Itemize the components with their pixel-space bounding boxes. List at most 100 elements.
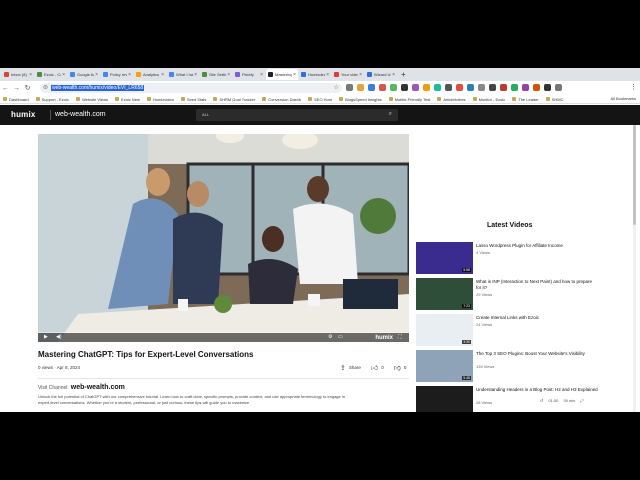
- bookmark-item[interactable]: Support - Ezoic: [35, 97, 69, 102]
- dislike-button[interactable]: 👎︎ 0: [394, 363, 407, 372]
- site-name[interactable]: web-wealth.com: [55, 111, 106, 118]
- bookmark-item[interactable]: Dashboard: [3, 97, 29, 102]
- bookmark-item[interactable]: Mobile-Friendly Test: [388, 97, 430, 102]
- site-search-input[interactable]: ALL ⌕: [196, 109, 398, 121]
- related-video-item[interactable]: 3:30 Create Internal Links with Ezoic 24 V…: [416, 314, 598, 346]
- video-player[interactable]: ▶ ◀) ⚙ ▭ ⛶ humix: [38, 134, 409, 342]
- extension-icon[interactable]: [423, 84, 430, 91]
- site-info-icon[interactable]: ⊜: [43, 84, 48, 91]
- volume-icon[interactable]: ◀): [56, 334, 62, 340]
- close-tab-icon[interactable]: ×: [260, 72, 263, 78]
- extension-icon[interactable]: [544, 84, 551, 91]
- browser-tab[interactable]: Inbox (8) ×: [2, 69, 34, 80]
- close-tab-icon[interactable]: ×: [392, 72, 395, 78]
- bookmark-item[interactable]: Conversion Dashb: [262, 97, 301, 102]
- extension-icon[interactable]: [401, 84, 408, 91]
- humix-logo[interactable]: humix: [11, 110, 36, 119]
- extension-icon[interactable]: [467, 84, 474, 91]
- share-button[interactable]: ⇪ Share: [340, 364, 361, 372]
- browser-tab[interactable]: Pixlefy ×: [233, 69, 265, 80]
- menu-icon[interactable]: ⋮: [630, 83, 637, 91]
- extension-icon[interactable]: [511, 84, 518, 91]
- reload-icon[interactable]: ↻: [22, 84, 33, 92]
- extension-icon[interactable]: [500, 84, 507, 91]
- browser-tab[interactable]: Mastering C×: [266, 69, 298, 80]
- related-video-item[interactable]: 7:23 What is INP (Interaction to Next Pai…: [416, 278, 598, 310]
- bookmark-item[interactable]: Humixvideo: [146, 97, 174, 102]
- all-bookmarks-link[interactable]: All Bookmarks: [610, 96, 636, 101]
- expand-icon[interactable]: ⤢: [580, 398, 583, 403]
- extension-icon[interactable]: [379, 84, 386, 91]
- close-tab-icon[interactable]: ×: [326, 72, 329, 78]
- browser-tab[interactable]: Your videos×: [332, 69, 364, 80]
- bookmark-item[interactable]: SEO Hum: [308, 97, 332, 102]
- captions-icon[interactable]: ▭: [338, 334, 343, 340]
- extension-icon[interactable]: [533, 84, 540, 91]
- search-scope[interactable]: ALL: [202, 112, 209, 117]
- browser-tab[interactable]: Google Ad ×: [68, 69, 100, 80]
- channel-link[interactable]: web-wealth.com: [71, 384, 125, 391]
- extension-icon[interactable]: [357, 84, 364, 91]
- search-icon[interactable]: ⌕: [389, 111, 392, 118]
- fullscreen-icon[interactable]: ⛶: [398, 334, 402, 340]
- extension-icon[interactable]: [445, 84, 452, 91]
- bookmark-item[interactable]: Ezoic New: [115, 97, 140, 102]
- page-scrollbar[interactable]: [633, 125, 636, 412]
- extension-icon[interactable]: [390, 84, 397, 91]
- player-logo[interactable]: humix: [375, 335, 393, 341]
- video-thumbnail[interactable]: 3:30: [416, 314, 473, 346]
- bookmark-item[interactable]: The Leader: [512, 97, 539, 102]
- close-tab-icon[interactable]: ×: [293, 72, 296, 78]
- forward-icon[interactable]: →: [11, 85, 22, 92]
- bookmark-star-icon[interactable]: ☆: [334, 84, 339, 91]
- back-icon[interactable]: ←: [0, 85, 11, 92]
- extension-icon[interactable]: [489, 84, 496, 91]
- play-icon[interactable]: ▶: [44, 334, 48, 340]
- video-thumbnail[interactable]: 3:54: [416, 386, 473, 412]
- close-tab-icon[interactable]: ×: [62, 72, 65, 78]
- like-button[interactable]: 👍︎ 0: [371, 363, 384, 372]
- scrollbar-thumb[interactable]: [633, 125, 636, 225]
- url-text[interactable]: web-wealth.com/humix/video/EVI_LR658: [51, 85, 145, 91]
- bookmark-item[interactable]: Monitor - Ezoic: [472, 97, 505, 102]
- status-icon[interactable]: ↺: [540, 398, 543, 403]
- browser-tab[interactable]: Site Setting×: [200, 69, 232, 80]
- close-tab-icon[interactable]: ×: [95, 72, 98, 78]
- related-video-title[interactable]: Create Internal Links with Ezoic: [476, 315, 598, 321]
- close-tab-icon[interactable]: ×: [128, 72, 131, 78]
- close-tab-icon[interactable]: ×: [161, 72, 164, 78]
- extension-icon[interactable]: [456, 84, 463, 91]
- extension-icon[interactable]: [412, 84, 419, 91]
- bookmark-item[interactable]: Seed Stats: [180, 97, 206, 102]
- related-video-title[interactable]: Lasso Wordpress Plugin for Affiliate Inc…: [476, 243, 598, 249]
- close-tab-icon[interactable]: ×: [359, 72, 362, 78]
- browser-tab[interactable]: Policy revie×: [101, 69, 133, 80]
- close-tab-icon[interactable]: ×: [194, 72, 197, 78]
- video-thumbnail[interactable]: 5:58: [416, 242, 473, 274]
- extension-icon[interactable]: [346, 84, 353, 91]
- related-video-item[interactable]: 5:48 The Top 3 SEO Plugins: Boost Your We…: [416, 350, 598, 382]
- extension-icon[interactable]: [478, 84, 485, 91]
- browser-tab[interactable]: Wizard Use×: [365, 69, 397, 80]
- extension-icon[interactable]: [522, 84, 529, 91]
- browser-tab[interactable]: Ezoic - Con×: [35, 69, 67, 80]
- browser-tab[interactable]: What I had t×: [167, 69, 199, 80]
- extension-icon[interactable]: [434, 84, 441, 91]
- bookmark-item[interactable]: SHMC: [545, 97, 564, 102]
- related-video-item[interactable]: 5:58 Lasso Wordpress Plugin for Affiliate…: [416, 242, 598, 274]
- video-thumbnail[interactable]: 7:23: [416, 278, 473, 310]
- bookmark-item[interactable]: Website Views: [75, 97, 108, 102]
- address-bar[interactable]: ⊜ web-wealth.com/humix/video/EVI_LR658 ☆: [40, 83, 342, 93]
- video-thumbnail[interactable]: 5:48: [416, 350, 473, 382]
- settings-icon[interactable]: ⚙: [328, 334, 332, 340]
- profile-icon[interactable]: [555, 84, 562, 91]
- related-video-title[interactable]: What is INP (Interaction to Next Paint) …: [476, 279, 598, 290]
- new-tab-icon[interactable]: +: [401, 70, 406, 79]
- related-video-title[interactable]: Understanding Headers in a Blog Post: H2…: [476, 387, 598, 393]
- bookmark-item[interactable]: BlogsSpeed Insights: [339, 97, 382, 102]
- close-tab-icon[interactable]: ×: [227, 72, 230, 78]
- close-tab-icon[interactable]: ×: [29, 72, 32, 78]
- bookmark-item[interactable]: Articleforbes: [437, 97, 466, 102]
- related-video-title[interactable]: The Top 3 SEO Plugins: Boost Your Websit…: [476, 351, 598, 357]
- browser-tab[interactable]: Analytics ×: [134, 69, 166, 80]
